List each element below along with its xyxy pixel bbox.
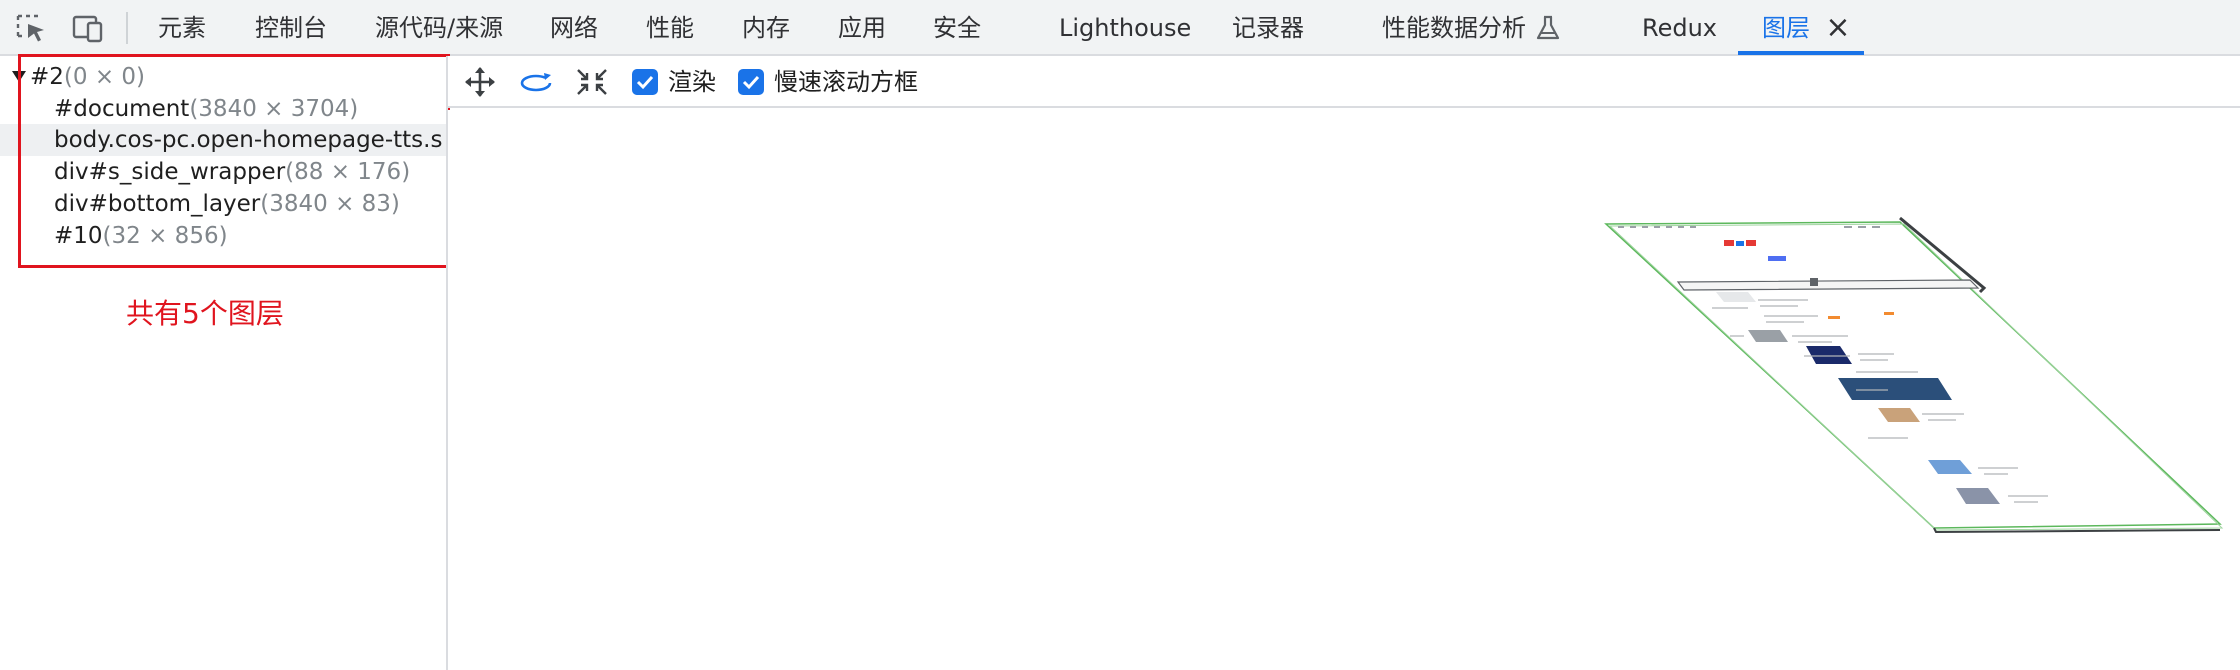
tab-layers[interactable]: 图层 <box>1762 0 1810 56</box>
rotate-mode-icon[interactable] <box>518 65 554 99</box>
layers-toolbar: 渲染 慢速滚动方框 <box>448 56 2240 108</box>
paints-label[interactable]: 渲染 <box>668 56 716 108</box>
layer-name: #document <box>54 96 190 122</box>
layers-3d-viewport[interactable] <box>448 110 2240 670</box>
flask-icon <box>1536 15 1560 40</box>
layer-size: (88 × 176) <box>285 159 411 185</box>
tree-row-body[interactable]: body.cos-pc.open-homepage-tts.s <box>54 124 446 156</box>
layer-size: (0 × 0) <box>63 64 146 90</box>
layer-name: div#bottom_layer <box>54 191 261 217</box>
search-button-mark <box>1768 256 1786 261</box>
toolbar-separator <box>126 12 128 44</box>
layer-size: (3840 × 83) <box>260 191 400 217</box>
slow-scroll-rects-label[interactable]: 慢速滚动方框 <box>774 56 918 108</box>
layer-name: #10 <box>54 223 103 249</box>
search-bar-layer <box>1676 279 1980 291</box>
tab-performance[interactable]: 性能 <box>646 0 694 56</box>
tab-lighthouse[interactable]: Lighthouse <box>1059 0 1191 56</box>
slow-scroll-rects-checkbox[interactable] <box>738 69 764 95</box>
document-layer-plane <box>1604 221 2222 529</box>
annotation-text: 共有5个图层 <box>126 297 284 330</box>
tab-performance-insights[interactable]: 性能数据分析 <box>1382 0 1526 56</box>
close-tab-icon[interactable]: × <box>1822 12 1854 44</box>
tree-row-layer-10[interactable]: #10(32 × 856) <box>54 220 228 252</box>
tab-security[interactable]: 安全 <box>933 0 981 56</box>
tab-memory[interactable]: 内存 <box>742 0 790 56</box>
tab-sources[interactable]: 源代码/来源 <box>375 0 503 56</box>
tab-network[interactable]: 网络 <box>550 0 598 56</box>
devtools-tab-bar: 元素 控制台 源代码/来源 网络 性能 内存 应用 安全 Lighthouse … <box>0 0 2240 56</box>
expand-caret-icon[interactable] <box>12 71 26 82</box>
tab-redux[interactable]: Redux <box>1642 0 1717 56</box>
layer-size: (3840 × 3704) <box>189 96 359 122</box>
tab-recorder[interactable]: 记录器 <box>1232 0 1304 56</box>
device-toggle-icon[interactable] <box>70 12 106 44</box>
active-tab-indicator <box>1738 51 1864 55</box>
tab-console[interactable]: 控制台 <box>255 0 327 56</box>
tree-row-bottom-layer[interactable]: div#bottom_layer(3840 × 83) <box>54 188 400 220</box>
paints-checkbox[interactable] <box>632 69 658 95</box>
layer-name: #2 <box>30 64 64 90</box>
layer-name: body.cos-pc.open-homepage-tts.s <box>54 127 443 153</box>
reset-view-icon[interactable] <box>574 65 610 99</box>
pan-mode-icon[interactable] <box>462 65 498 99</box>
layer-name: div#s_side_wrapper <box>54 159 286 185</box>
tab-elements[interactable]: 元素 <box>158 0 206 56</box>
element-picker-icon[interactable] <box>14 12 50 44</box>
layer-size: (32 × 856) <box>102 223 228 249</box>
tree-row-root[interactable]: #2(0 × 0) <box>30 61 145 93</box>
scrollbar-mark <box>1810 278 1818 286</box>
tree-row-side-wrapper[interactable]: div#s_side_wrapper(88 × 176) <box>54 156 410 188</box>
tab-application[interactable]: 应用 <box>838 0 886 56</box>
layer-3d-view <box>1604 216 2224 534</box>
tree-row-document[interactable]: #document(3840 × 3704) <box>54 93 358 125</box>
